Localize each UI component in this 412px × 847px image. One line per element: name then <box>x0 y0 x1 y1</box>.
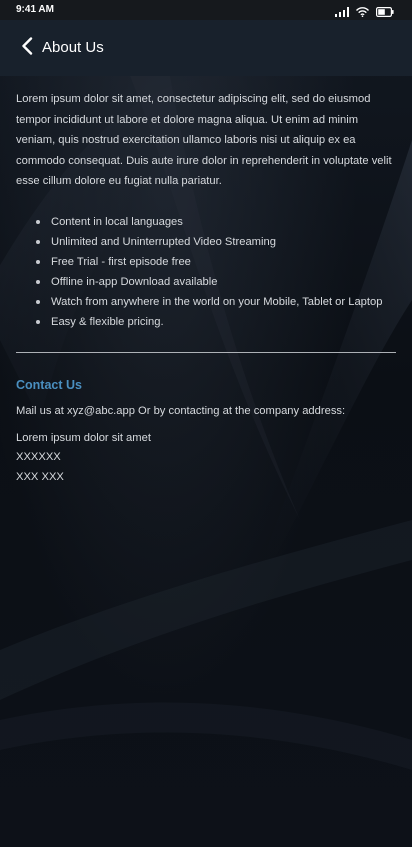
back-button[interactable] <box>16 36 38 60</box>
contact-heading: Contact Us <box>16 377 82 392</box>
app-header: About Us <box>0 20 412 76</box>
status-bar: 9:41 AM <box>0 0 412 20</box>
bullet-icon <box>36 219 40 224</box>
about-content: Lorem ipsum dolor sit amet, consectetur … <box>16 89 396 487</box>
feature-label: Watch from anywhere in the world on your… <box>51 295 383 308</box>
address-line: Lorem ipsum dolor sit amet <box>16 431 151 444</box>
bullet-icon <box>36 279 40 284</box>
feature-label: Content in local languages <box>51 215 183 228</box>
chevron-left-icon <box>21 36 33 60</box>
feature-label: Easy & flexible pricing. <box>51 315 164 328</box>
page-title: About Us <box>42 39 104 56</box>
feature-label: Unlimited and Uninterrupted Video Stream… <box>51 235 276 248</box>
feature-item: Content in local languages <box>36 212 396 232</box>
bullet-icon <box>36 319 40 324</box>
feature-item: Watch from anywhere in the world on your… <box>36 292 396 312</box>
bullet-icon <box>36 299 40 304</box>
bullet-icon <box>36 239 40 244</box>
bullet-icon <box>36 259 40 264</box>
feature-label: Offline in-app Download available <box>51 275 218 288</box>
feature-item: Offline in-app Download available <box>36 272 396 292</box>
feature-item: Unlimited and Uninterrupted Video Stream… <box>36 232 396 252</box>
company-address: Lorem ipsum dolor sit amet XXXXXX XXX XX… <box>16 429 396 488</box>
feature-item: Easy & flexible pricing. <box>36 312 396 332</box>
feature-item: Free Trial - first episode free <box>36 252 396 272</box>
contact-mail-text: Mail us at xyz@abc.app Or by contacting … <box>16 404 346 417</box>
intro-paragraph: Lorem ipsum dolor sit amet, consectetur … <box>16 93 392 187</box>
about-us-screen: 9:41 AM About Us Lorem ipsum dolor sit a… <box>0 0 412 847</box>
address-line: XXXXXX <box>16 451 61 463</box>
address-line: XXX XXX <box>16 470 64 483</box>
section-divider <box>16 351 396 353</box>
status-time: 9:41 AM <box>16 4 54 15</box>
feature-list: Content in local languages Unlimited and… <box>16 212 396 332</box>
feature-label: Free Trial - first episode free <box>51 255 191 268</box>
